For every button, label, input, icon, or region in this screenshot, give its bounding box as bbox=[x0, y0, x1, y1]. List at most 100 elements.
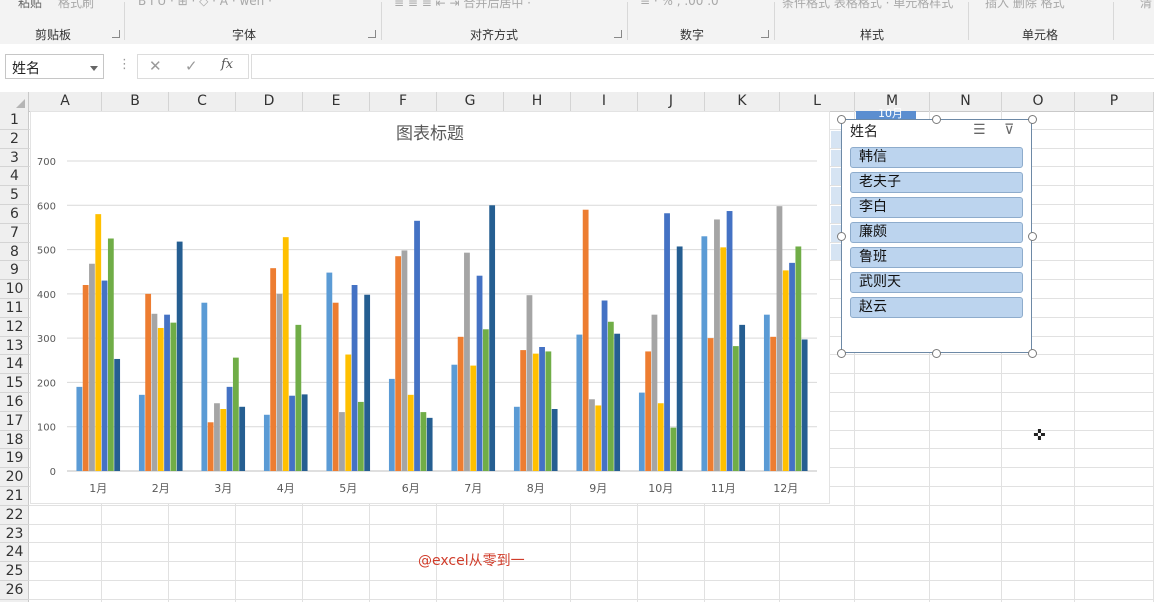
row-header-14[interactable]: 14 bbox=[0, 355, 29, 375]
group-styles-label: 样式 bbox=[860, 28, 885, 42]
column-header-h[interactable]: H bbox=[504, 92, 571, 111]
formula-input[interactable] bbox=[251, 54, 1154, 79]
bar bbox=[582, 209, 589, 471]
column-header-e[interactable]: E bbox=[303, 92, 370, 111]
slicer-item[interactable]: 李白 bbox=[850, 197, 1023, 218]
row-header-23[interactable]: 23 bbox=[0, 525, 29, 544]
bar bbox=[532, 353, 539, 471]
ribbon-command[interactable]: 条件格式 表格格式 · 单元格样式 bbox=[782, 0, 953, 11]
row-header-20[interactable]: 20 bbox=[0, 468, 29, 487]
chevron-down-icon[interactable] bbox=[90, 66, 98, 71]
alignment-launcher-icon[interactable] bbox=[614, 30, 622, 38]
bar bbox=[114, 358, 121, 471]
resize-handle[interactable] bbox=[837, 349, 846, 358]
enter-icon[interactable]: ✓ bbox=[185, 57, 198, 75]
ribbon-command[interactable]: B I U · ⊞ · ◇ · A · wén · bbox=[138, 0, 272, 8]
ribbon-command[interactable]: 清 bbox=[1140, 0, 1152, 11]
row-header-11[interactable]: 11 bbox=[0, 299, 29, 318]
resize-handle[interactable] bbox=[1028, 232, 1037, 241]
row-header-8[interactable]: 8 bbox=[0, 243, 29, 262]
bar bbox=[220, 409, 227, 471]
slicer-item[interactable]: 老夫子 bbox=[850, 172, 1023, 193]
column-header-p[interactable]: P bbox=[1075, 92, 1154, 111]
ribbon-command[interactable]: 格式刷 bbox=[58, 0, 94, 11]
ribbon-command[interactable]: 插入 删除 格式 bbox=[985, 0, 1065, 11]
insert-function-icon[interactable]: fx bbox=[221, 57, 233, 72]
column-header-g[interactable]: G bbox=[437, 92, 504, 111]
number-launcher-icon[interactable] bbox=[761, 30, 769, 38]
row-header-9[interactable]: 9 bbox=[0, 261, 29, 281]
resize-handle[interactable] bbox=[837, 115, 846, 124]
row-header-2[interactable]: 2 bbox=[0, 130, 29, 149]
row-header-26[interactable]: 26 bbox=[0, 581, 29, 600]
slicer[interactable]: 姓名 ☰ ⊽ 韩信 老夫子 李白 廉颇 鲁班 武则天 赵云 bbox=[841, 119, 1032, 353]
slicer-item[interactable]: 武则天 bbox=[850, 272, 1023, 293]
column-header-a[interactable]: A bbox=[29, 92, 102, 111]
column-header-o[interactable]: O bbox=[1002, 92, 1075, 111]
row-header-7[interactable]: 7 bbox=[0, 224, 29, 243]
drag-handle-icon[interactable]: ⋮ bbox=[118, 57, 131, 72]
slicer-item[interactable]: 韩信 bbox=[850, 147, 1023, 168]
select-all-button[interactable] bbox=[0, 92, 29, 111]
row-header-13[interactable]: 13 bbox=[0, 337, 29, 356]
clustered-column-chart: 图表标题 0 100 200 300 400 500 600 700 1月 2月 3月 4月 5月 6月 7月… bbox=[37, 124, 817, 495]
row-header-18[interactable]: 18 bbox=[0, 431, 29, 450]
resize-handle[interactable] bbox=[932, 349, 941, 358]
column-header-i[interactable]: I bbox=[571, 92, 638, 111]
row-header-22[interactable]: 22 bbox=[0, 506, 29, 525]
resize-handle[interactable] bbox=[1028, 349, 1037, 358]
slicer-item[interactable]: 赵云 bbox=[850, 297, 1023, 318]
column-header-k[interactable]: K bbox=[705, 92, 780, 111]
bar bbox=[526, 295, 533, 471]
row-header-6[interactable]: 6 bbox=[0, 205, 29, 224]
slicer-item[interactable]: 廉颇 bbox=[850, 222, 1023, 243]
resize-handle[interactable] bbox=[1028, 115, 1037, 124]
chart-title: 图表标题 bbox=[396, 124, 464, 144]
row-header-25[interactable]: 25 bbox=[0, 562, 29, 581]
row-header-17[interactable]: 17 bbox=[0, 412, 29, 431]
bar bbox=[388, 378, 395, 471]
ribbon-command[interactable]: ≡ ≡ ≡ ⇤ ⇥ 合并后居中 · bbox=[394, 0, 531, 11]
resize-handle[interactable] bbox=[932, 115, 941, 124]
font-launcher-icon[interactable] bbox=[368, 30, 376, 38]
row-header-16[interactable]: 16 bbox=[0, 393, 29, 412]
y-tick-label: 500 bbox=[37, 246, 56, 257]
x-tick-label: 2月 bbox=[152, 482, 170, 495]
bar bbox=[82, 285, 89, 471]
name-box[interactable]: 姓名 bbox=[5, 54, 104, 79]
bar bbox=[401, 250, 408, 471]
y-tick-label: 300 bbox=[37, 334, 56, 345]
clipboard-launcher-icon[interactable] bbox=[112, 30, 120, 38]
row-header-19[interactable]: 19 bbox=[0, 449, 29, 469]
row-header-12[interactable]: 12 bbox=[0, 318, 29, 337]
column-header-d[interactable]: D bbox=[236, 92, 303, 111]
row-header-21[interactable]: 21 bbox=[0, 487, 29, 506]
bar bbox=[138, 394, 145, 471]
multi-select-icon[interactable]: ☰ bbox=[973, 122, 986, 138]
column-header-c[interactable]: C bbox=[169, 92, 236, 111]
clear-filter-icon[interactable]: ⊽ bbox=[1004, 122, 1014, 138]
ribbon-command[interactable]: 粘贴 bbox=[18, 0, 42, 11]
column-header-f[interactable]: F bbox=[370, 92, 437, 111]
row-header-24[interactable]: 24 bbox=[0, 543, 29, 563]
column-header-j[interactable]: J bbox=[638, 92, 705, 111]
bar bbox=[732, 346, 739, 471]
row-header-5[interactable]: 5 bbox=[0, 186, 29, 205]
row-header-1[interactable]: 1 bbox=[0, 111, 29, 130]
column-header-b[interactable]: B bbox=[102, 92, 169, 111]
chart-area[interactable]: 图表标题 0 100 200 300 400 500 600 700 1月 2月 3月 4月 5月 6月 7月… bbox=[30, 111, 830, 504]
bar bbox=[645, 351, 652, 471]
column-header-n[interactable]: N bbox=[930, 92, 1002, 111]
x-tick-label: 12月 bbox=[773, 482, 798, 495]
row-header-15[interactable]: 15 bbox=[0, 374, 29, 393]
row-header-10[interactable]: 10 bbox=[0, 280, 29, 299]
row-header-3[interactable]: 3 bbox=[0, 149, 29, 168]
selected-cell[interactable]: 10月 bbox=[856, 107, 916, 120]
cancel-icon[interactable]: ✕ bbox=[149, 57, 162, 75]
slicer-item[interactable]: 鲁班 bbox=[850, 247, 1023, 268]
resize-handle[interactable] bbox=[837, 232, 846, 241]
bar bbox=[214, 403, 220, 471]
row-header-4[interactable]: 4 bbox=[0, 167, 29, 187]
ribbon-command[interactable]: ≡ · % , .00 .0 bbox=[640, 0, 719, 8]
column-header-l[interactable]: L bbox=[780, 92, 855, 111]
